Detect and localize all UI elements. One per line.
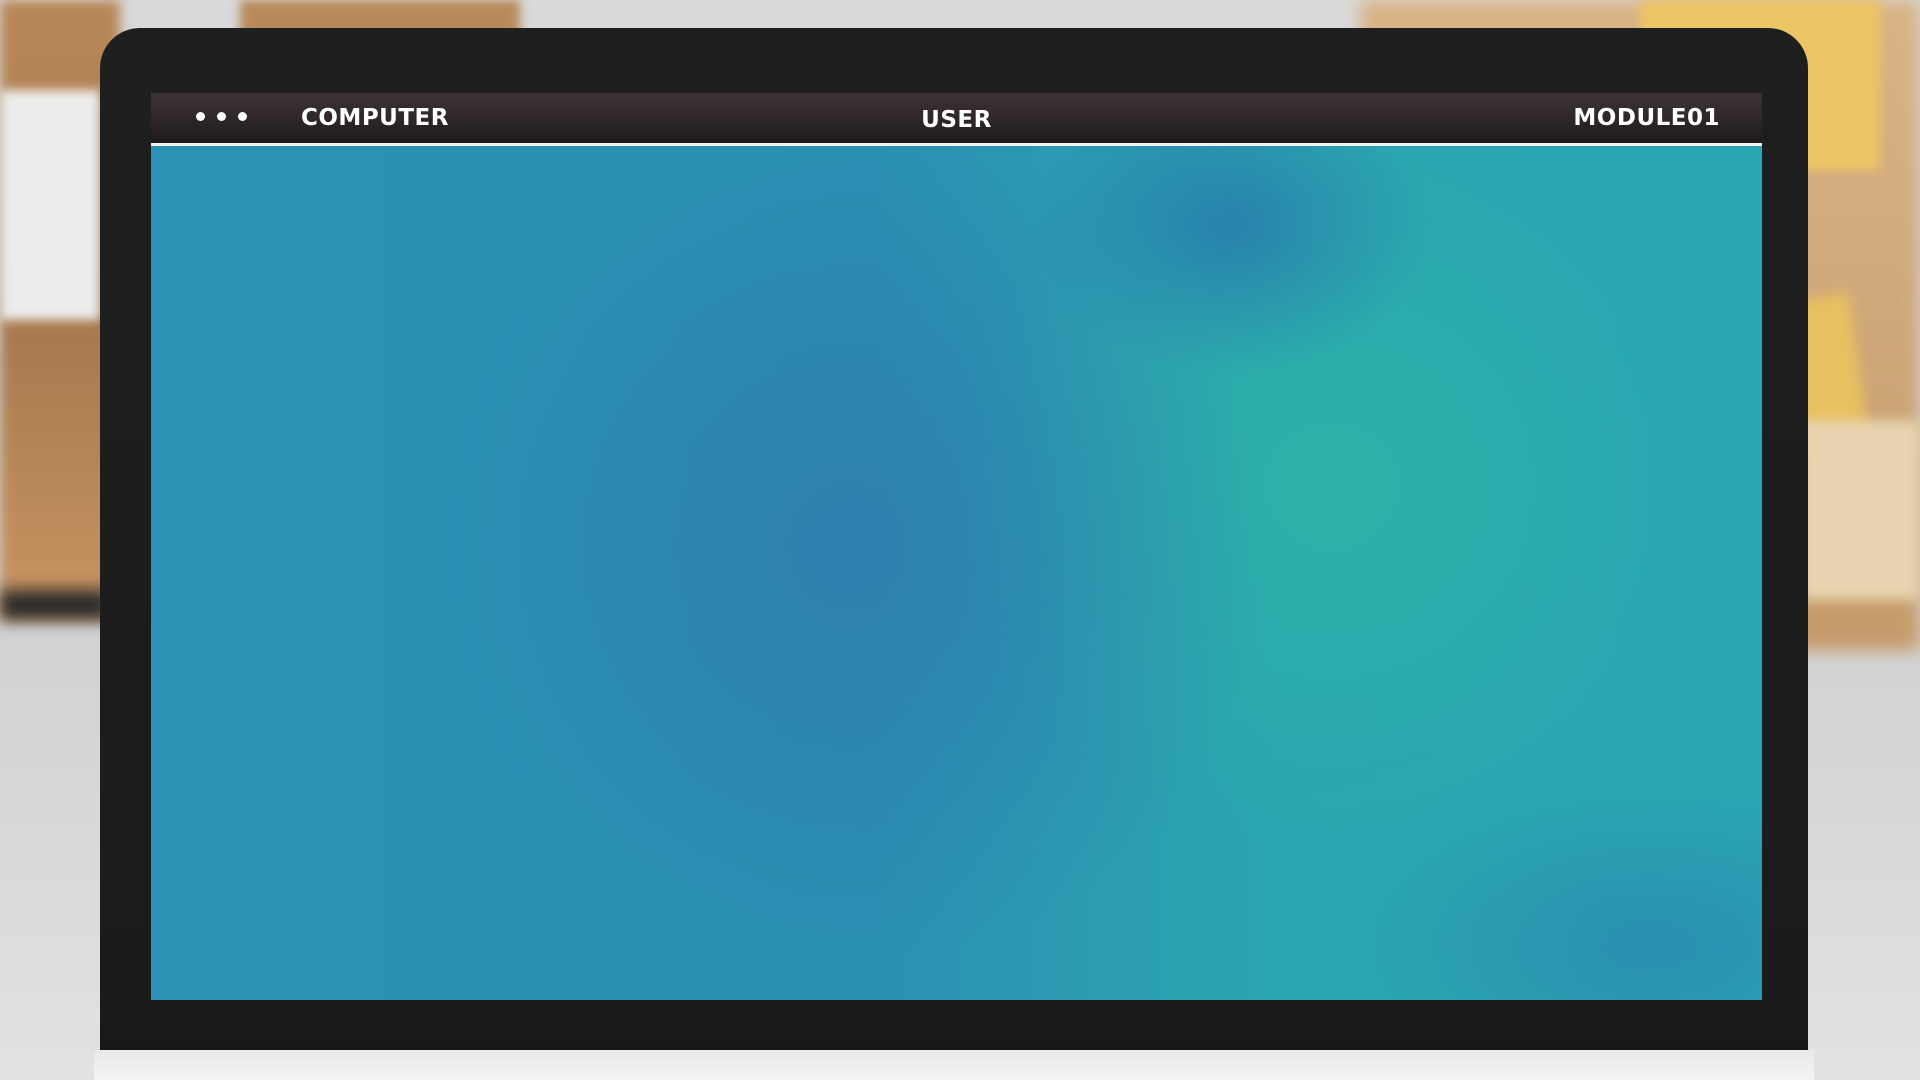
desktop-area[interactable]: [151, 146, 1762, 1000]
background-paper-left: [0, 90, 100, 320]
title-module[interactable]: MODULE01: [1573, 104, 1720, 132]
screen: COMPUTER USER MODULE01: [151, 93, 1762, 1000]
scene: COMPUTER USER MODULE01: [0, 0, 1920, 1080]
background-paper-right: [1800, 420, 1920, 600]
window-titlebar[interactable]: COMPUTER USER MODULE01: [151, 93, 1762, 146]
background-frame-left: [0, 590, 110, 620]
title-user[interactable]: USER: [151, 106, 1762, 134]
monitor-chin: [94, 1050, 1814, 1080]
